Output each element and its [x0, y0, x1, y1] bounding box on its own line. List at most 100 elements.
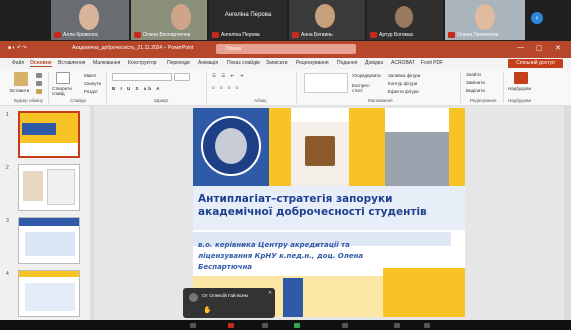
tab-insert[interactable]: Вставлення: [58, 60, 85, 66]
building-image: [385, 132, 449, 186]
tab-view[interactable]: Подання: [337, 60, 357, 66]
shape-fill-button[interactable]: Заливка фігури: [388, 73, 420, 78]
ribbon-tabs: Файл Основне Вставлення Малювання Констр…: [0, 58, 571, 69]
quick-styles-button[interactable]: Експрес-стилі: [352, 83, 378, 93]
shapes-gallery[interactable]: [304, 73, 348, 93]
addins-button[interactable]: Надбудови: [508, 86, 531, 91]
section-button[interactable]: Розділ: [84, 89, 97, 94]
thumbnail-number: 1: [6, 112, 9, 118]
slide-thumbnail[interactable]: [18, 164, 80, 211]
camera-off-icon[interactable]: [228, 323, 234, 328]
layout-button[interactable]: Макет: [84, 73, 97, 78]
tab-slideshow[interactable]: Показ слайдів: [227, 60, 260, 66]
chat-icon[interactable]: [342, 323, 348, 328]
tab-transitions[interactable]: Переходи: [167, 60, 190, 66]
select-button[interactable]: Виділити: [466, 88, 485, 93]
muted-mic-icon: [370, 32, 377, 38]
minimize-button[interactable]: —: [517, 44, 524, 51]
editor-workspace: 1 2 3 4 Антиплагіат–стратегія запоруки а…: [0, 106, 571, 320]
addins-icon[interactable]: [514, 72, 528, 84]
participant-tile[interactable]: Олена Беспартючна: [131, 0, 207, 40]
group-label-editing: Редагування: [470, 98, 497, 103]
slide-canvas[interactable]: Антиплагіат–стратегія запоруки академічн…: [193, 108, 465, 317]
close-icon[interactable]: ✕: [268, 290, 272, 296]
share-screen-icon[interactable]: [262, 323, 268, 328]
copy-icon[interactable]: [36, 81, 42, 86]
slide-yellow-block: [269, 108, 291, 186]
participant-name: Олена Гіковитина: [457, 32, 499, 38]
paste-button[interactable]: Вставити: [10, 88, 29, 93]
group-label-clipboard: Буфер обміну: [14, 98, 43, 103]
shape-effects-button[interactable]: Ефекти фігури: [388, 89, 419, 94]
slide-yellow-block: [349, 108, 385, 186]
search-placeholder: Пошук: [226, 46, 242, 52]
shape-outline-button[interactable]: Контур фігури: [388, 81, 417, 86]
slide-blue-bar: [283, 278, 303, 317]
share-button[interactable]: Спільний доступ: [508, 59, 563, 68]
close-button[interactable]: ✕: [555, 44, 561, 52]
new-slide-icon[interactable]: [56, 72, 70, 84]
participant-tile[interactable]: Анна Бегвинь: [289, 0, 365, 40]
thumbnail-art: [47, 169, 75, 205]
font-size-dropdown[interactable]: [174, 73, 190, 81]
tab-help[interactable]: Довідка: [365, 60, 383, 66]
paste-icon[interactable]: [14, 72, 28, 86]
tab-design[interactable]: Конструктор: [128, 60, 157, 66]
participant-tile[interactable]: Олена Гіковитина: [445, 0, 525, 40]
chat-notification[interactable]: От Олексій Гай всем ✕ ✋: [183, 288, 275, 318]
thumbnail-art: [25, 232, 75, 256]
participants-icon[interactable]: [394, 323, 400, 328]
maximize-button[interactable]: ▢: [536, 44, 543, 52]
participant-name: Артур Богомаз: [379, 32, 413, 38]
thumbnail-art: [19, 271, 79, 277]
ribbon-divider: [206, 72, 207, 103]
tab-animations[interactable]: Анімація: [198, 60, 218, 66]
font-name-dropdown[interactable]: [112, 73, 172, 81]
reactions-icon[interactable]: [294, 323, 300, 328]
reaction-icon: ✋: [203, 307, 212, 314]
muted-mic-icon: [54, 32, 61, 38]
thumbnail-art: [22, 123, 56, 135]
thumbnail-scrollbar[interactable]: [90, 106, 94, 320]
replace-button[interactable]: Замінити: [466, 80, 485, 85]
slide-thumbnail[interactable]: [18, 111, 80, 158]
participant-name: Алла Кривонос: [63, 32, 99, 38]
editor-scrollbar[interactable]: [564, 106, 571, 320]
slide-thumbnail-pane: 1 2 3 4: [0, 106, 94, 320]
format-painter-icon[interactable]: [36, 89, 42, 94]
mic-icon[interactable]: [190, 323, 196, 328]
participant-tile[interactable]: Ангеліна Перова Ангеліна Перова: [209, 0, 287, 40]
align-buttons[interactable]: ≡ ≡ ≡ ≡: [212, 85, 240, 90]
thumbnail-number: 2: [6, 165, 9, 171]
next-participants-button[interactable]: ›: [531, 12, 543, 24]
font-format-buttons[interactable]: B I U S ab A: [112, 86, 161, 91]
more-icon[interactable]: [424, 323, 430, 328]
slide-yellow-block: [383, 268, 465, 317]
tab-foxit[interactable]: Foxit PDF: [421, 60, 443, 66]
tab-file[interactable]: Файл: [12, 60, 24, 66]
participant-tile[interactable]: Алла Кривонос: [51, 0, 129, 40]
tab-home[interactable]: Основне: [30, 60, 52, 67]
tab-acrobat[interactable]: ACROBAT: [391, 60, 415, 66]
tab-record[interactable]: Записати: [266, 60, 288, 66]
participant-tile[interactable]: Артур Богомаз: [367, 0, 443, 40]
ribbon-divider: [296, 72, 297, 103]
tab-review[interactable]: Рецензування: [296, 60, 329, 66]
search-input[interactable]: Пошук: [216, 44, 356, 54]
group-label-paragraph: Абзац: [254, 98, 267, 103]
new-slide-button[interactable]: Створити слайд: [52, 86, 74, 96]
ribbon-divider: [48, 72, 49, 103]
autosave-icon[interactable]: ■ ◐ ↶ ↷: [8, 45, 27, 51]
tab-draw[interactable]: Малювання: [93, 60, 120, 66]
participant-name: Ангеліна Перова: [221, 32, 260, 38]
reset-button[interactable]: Скинути: [84, 81, 101, 86]
cut-icon[interactable]: [36, 73, 42, 78]
slide-subtitle: в.о. керівника Центру акредитації та ліц…: [198, 241, 364, 271]
thumbnail-number: 4: [6, 271, 9, 277]
slide-thumbnail[interactable]: [18, 217, 80, 264]
find-button[interactable]: Знайти: [466, 72, 481, 77]
ribbon: Вставити Буфер обміну Створити слайд Мак…: [0, 69, 571, 106]
list-buttons[interactable]: ☰ ☰ ⇤ ⇥: [212, 73, 245, 79]
slide-thumbnail[interactable]: [18, 270, 80, 317]
arrange-button[interactable]: Упорядкувати: [352, 73, 381, 78]
